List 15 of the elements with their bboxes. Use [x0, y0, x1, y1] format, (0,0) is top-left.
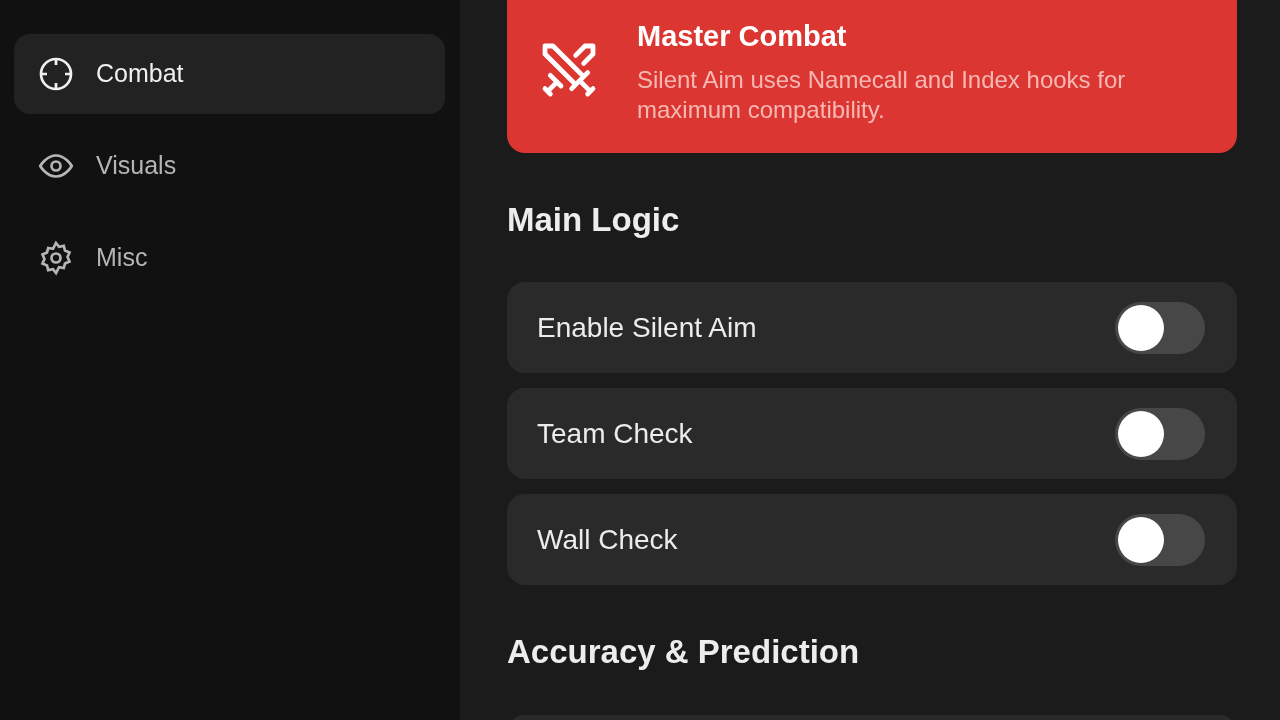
banner-title: Master Combat [637, 19, 848, 54]
toggle-switch[interactable] [1115, 513, 1205, 566]
toggle-switch[interactable] [1115, 301, 1205, 354]
setting-label: Wall Check [537, 522, 678, 557]
toggle-switch[interactable] [1115, 407, 1205, 460]
sidebar-item[interactable]: Combat [14, 34, 445, 114]
section-heading: Accuracy & Prediction [507, 632, 861, 672]
sidebar-item[interactable]: Visuals [14, 126, 445, 206]
section-heading: Main Logic [507, 199, 681, 240]
crosshair-icon [38, 56, 74, 92]
gear-icon [38, 240, 74, 276]
sidebar-item[interactable]: Misc [14, 218, 445, 298]
setting-label: Team Check [537, 416, 693, 451]
banner-description: Silent Aim uses Namecall and Index hooks for maximum compatibility. [637, 64, 1127, 125]
setting-label: Enable Silent Aim [537, 310, 757, 345]
